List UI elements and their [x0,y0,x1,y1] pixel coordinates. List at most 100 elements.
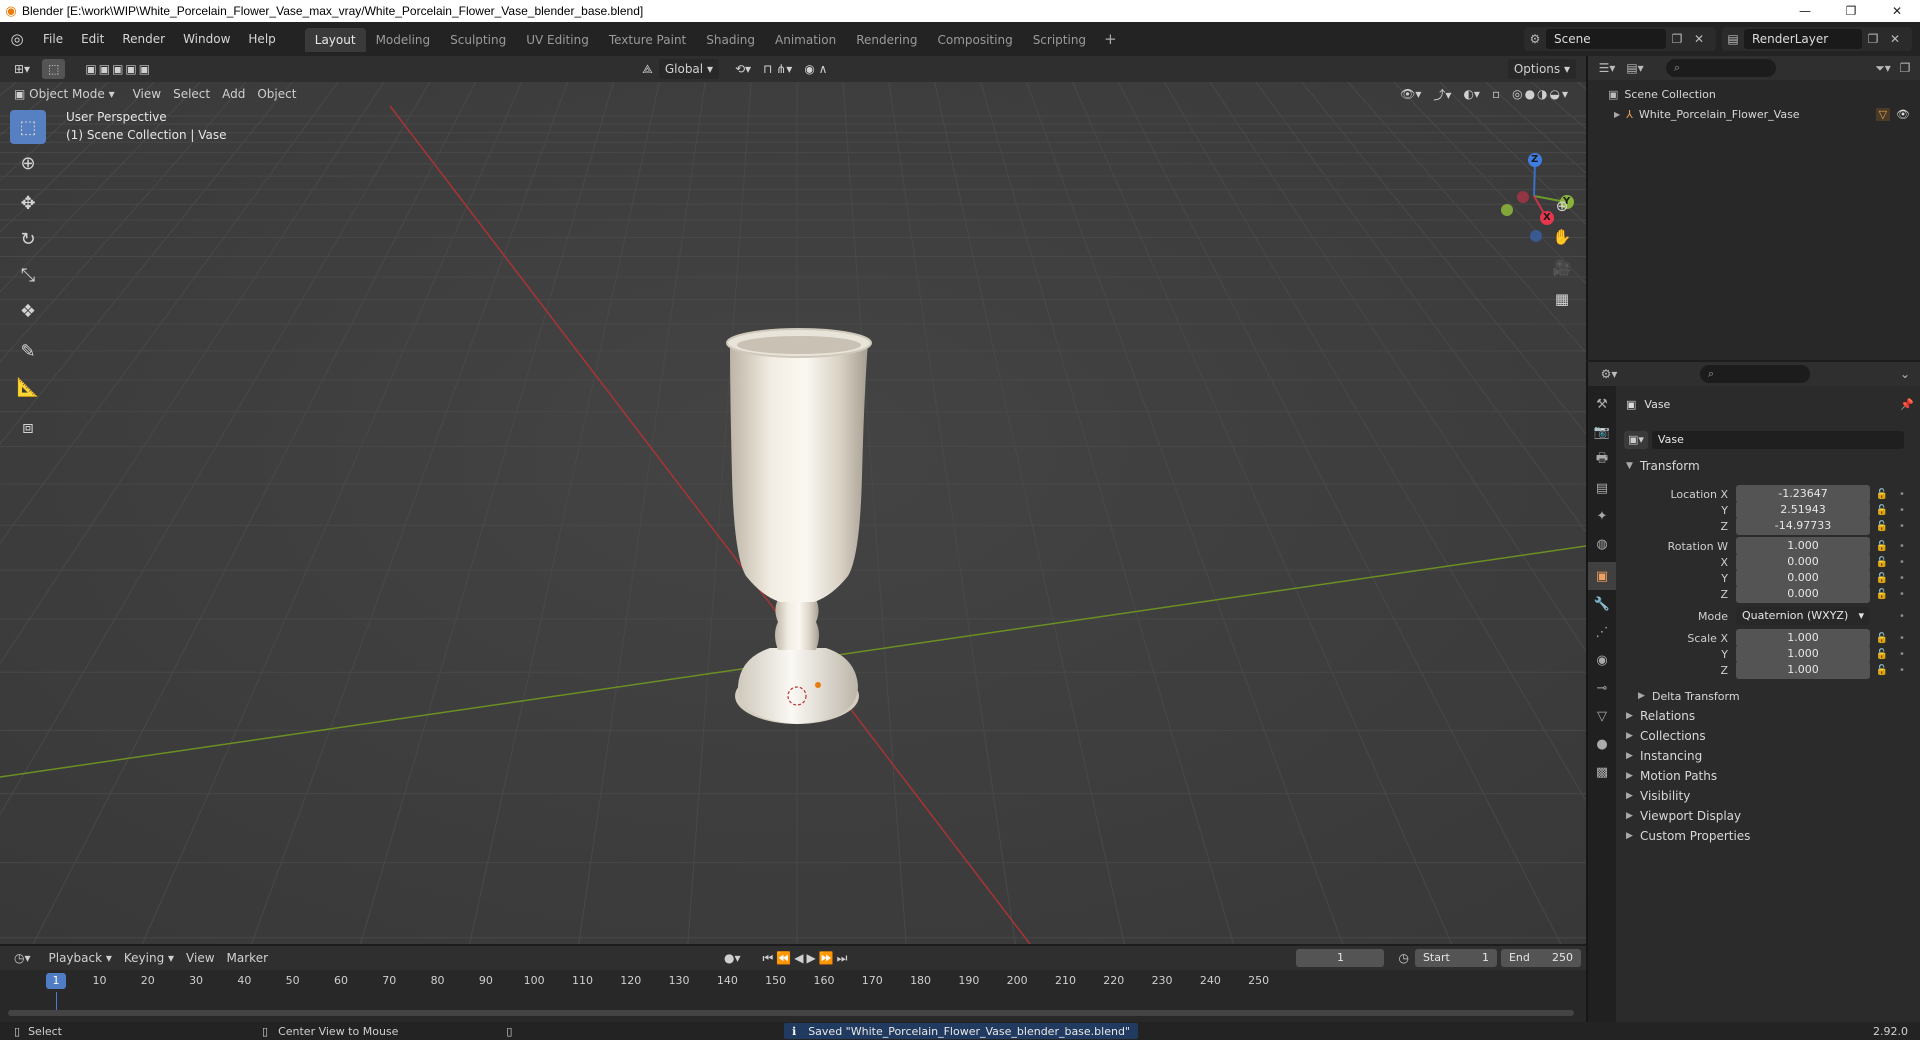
tab-animation[interactable]: Animation [765,28,846,52]
keyframe-dot-icon[interactable]: • [1894,505,1910,516]
modifier-tab-icon[interactable]: 🔧 [1588,590,1616,618]
lock-icon[interactable]: 🔓 [1874,633,1890,644]
lock-icon[interactable]: 🔓 [1874,589,1890,600]
properties-editor-icon[interactable]: ⚙▾ [1598,363,1620,385]
menu-edit[interactable]: Edit [72,22,113,56]
rotate-tool-icon[interactable]: ↻ [10,222,46,256]
current-frame-field[interactable]: 1 [1296,949,1385,967]
gizmo-z-label[interactable]: Z [1531,154,1538,165]
object-tab-icon[interactable]: ▣ [1588,562,1616,590]
keyframe-dot-icon[interactable]: • [1894,557,1910,568]
timeline-editor-icon[interactable]: ◷▾ [8,948,37,968]
timeline-view-menu[interactable]: View [180,948,220,968]
custom-properties-panel-header[interactable]: ▶ Custom Properties [1626,826,1750,846]
blender-menu-icon[interactable]: ◎ [0,22,34,56]
object-data-icon[interactable]: ▽ [1875,107,1891,121]
view-layer-icon[interactable]: ▤ [1722,28,1744,50]
collections-panel-header[interactable]: ▶ Collections [1626,726,1706,746]
location-z-field[interactable]: -14.97733 [1736,517,1870,535]
preview-range-icon[interactable]: ◷ [1392,948,1414,968]
menu-render[interactable]: Render [113,22,174,56]
move-tool-icon[interactable]: ✥ [10,186,46,220]
add-cube-tool-icon[interactable]: ⧈ [10,410,46,444]
pan-hand-icon[interactable]: ✋ [1548,223,1576,251]
data-block-icon[interactable]: ▣▾ [1624,431,1648,449]
new-collection-icon[interactable]: ❐ [1894,57,1916,79]
chevron-down-icon[interactable]: ⌄ [1894,363,1916,385]
world-tab-icon[interactable]: ◍ [1588,530,1616,558]
lock-icon[interactable]: 🔓 [1874,489,1890,500]
cursor-tool-icon[interactable]: ⊕ [10,146,46,180]
expand-arrow-icon[interactable]: ▶ [1614,110,1620,119]
tab-uv-editing[interactable]: UV Editing [516,28,599,52]
particles-tab-icon[interactable]: ⋰ [1588,618,1616,646]
ortho-grid-icon[interactable]: ▦ [1548,285,1576,313]
zoom-icon[interactable]: ⊕ [1548,192,1576,220]
marker-menu[interactable]: Marker [221,948,274,968]
pin-icon[interactable]: 📌 [1900,398,1914,411]
keyframe-dot-icon[interactable]: • [1894,649,1910,660]
instancing-panel-header[interactable]: ▶ Instancing [1626,746,1702,766]
visibility-icon[interactable]: 👁▾ [1394,84,1427,104]
keyframe-dot-icon[interactable]: • [1894,489,1910,500]
material-tab-icon[interactable]: ● [1588,730,1616,758]
tool-tab-icon[interactable]: ⚒ [1588,390,1616,418]
outliner-row-object[interactable]: ▶ ⅄ White_Porcelain_Flower_Vase ▽ 👁 [1588,104,1920,124]
pivot-point-icon[interactable]: ⟲▾ [729,59,757,79]
start-frame-field[interactable]: Start 1 [1414,949,1497,967]
viewport-menu-select[interactable]: Select [167,84,216,104]
scale-tool-icon[interactable]: ⤡ [10,258,46,292]
shading-mode-icons[interactable]: ◎●◑◒▾ [1506,84,1576,104]
playback-menu[interactable]: Playback ▾ [43,948,118,968]
keyframe-dot-icon[interactable]: • [1894,633,1910,644]
view-layer-name-field[interactable]: RenderLayer [1744,29,1862,49]
keyframe-dot-icon[interactable]: • [1894,665,1910,676]
keyframe-dot-icon[interactable]: • [1894,541,1910,552]
camera-view-icon[interactable]: 🎥 [1548,254,1576,282]
close-button[interactable]: ✕ [1874,0,1920,22]
transform-orientation-dropdown[interactable]: Global ▾ [658,59,719,79]
tab-shading[interactable]: Shading [696,28,765,52]
tab-rendering[interactable]: Rendering [846,28,927,52]
viewport-display-panel-header[interactable]: ▶ Viewport Display [1626,806,1741,826]
outliner-search-input[interactable]: ⌕ [1666,59,1776,77]
maximize-button[interactable]: ❐ [1828,0,1874,22]
playback-controls[interactable]: ⏮⏪◀▶⏩⏭ [757,948,857,968]
select-tool-icon[interactable]: ⬚ [42,59,66,79]
scene-tab-icon[interactable]: ✦ [1588,502,1616,530]
constraints-tab-icon[interactable]: ⊸ [1588,674,1616,702]
overlay-toggle-icon[interactable]: ◐▾ [1457,84,1486,104]
tab-compositing[interactable]: Compositing [927,28,1022,52]
tab-scripting[interactable]: Scripting [1023,28,1096,52]
output-tab-icon[interactable]: 🖶 [1588,446,1616,474]
scale-z-field[interactable]: 1.000 [1736,661,1870,679]
annotate-tool-icon[interactable]: ✎ [10,334,46,368]
visibility-panel-header[interactable]: ▶ Visibility [1626,786,1690,806]
delete-scene-icon[interactable]: ✕ [1688,28,1710,50]
keyframe-dot-icon[interactable]: • [1894,611,1910,622]
lock-icon[interactable]: 🔓 [1874,557,1890,568]
transform-tool-icon[interactable]: ❖ [10,294,46,328]
lock-icon[interactable]: 🔓 [1874,665,1890,676]
physics-tab-icon[interactable]: ◉ [1588,646,1616,674]
tab-layout[interactable]: Layout [304,28,366,52]
viewport-menu-object[interactable]: Object [251,84,302,104]
proportional-editing-icon[interactable]: ◉ ∧ [798,59,833,79]
display-mode-icon[interactable]: ▤▾ [1624,57,1646,79]
minimize-button[interactable]: — [1782,0,1828,22]
object-name-field[interactable]: Vase [1651,431,1904,449]
new-scene-icon[interactable]: ❐ [1666,28,1688,50]
select-box-tool-icon[interactable]: ⬚ [10,110,46,144]
editor-type-icon[interactable]: ⊞▾ [8,59,36,79]
tab-texture-paint[interactable]: Texture Paint [599,28,696,52]
end-frame-field[interactable]: End 250 [1500,949,1581,967]
lock-icon[interactable]: 🔓 [1874,541,1890,552]
scene-name-field[interactable]: Scene [1546,29,1666,49]
current-frame-indicator[interactable]: 1 [46,973,66,989]
view-layer-tab-icon[interactable]: ▤ [1588,474,1616,502]
selection-mode-icons[interactable]: ▣▣▣▣▣ [79,59,158,79]
properties-search-input[interactable]: ⌕ [1700,365,1810,383]
relations-panel-header[interactable]: ▶ Relations [1626,706,1695,726]
filter-icon[interactable]: ⏷▾ [1872,57,1894,79]
menu-window[interactable]: Window [174,22,239,56]
